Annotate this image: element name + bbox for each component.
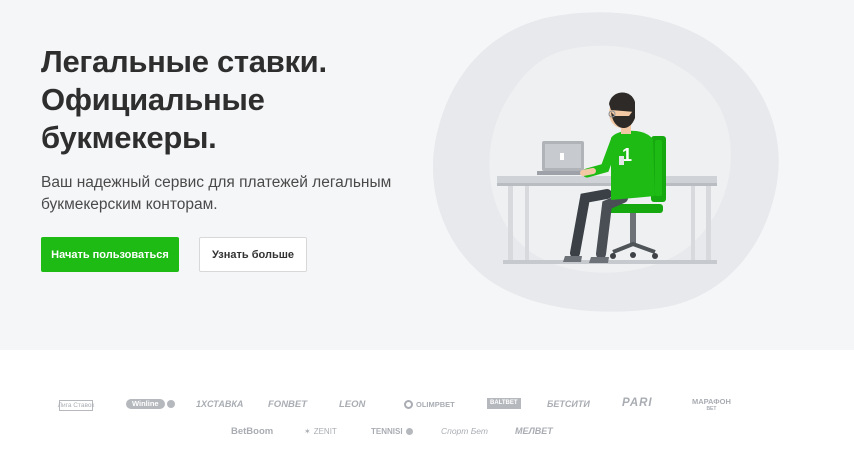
partner-logo-sportbet[interactable]: Спорт Бет (441, 424, 488, 438)
learn-more-button[interactable]: Узнать больше (199, 237, 307, 272)
partner-label: TENNISI (371, 426, 403, 436)
partner-logos: Лига Ставок Winline 1XСТАВКА FONBET LEON… (0, 350, 854, 452)
partner-label: PARI (622, 397, 653, 409)
tennisi-ball-icon (405, 427, 413, 435)
start-using-button[interactable]: Начать пользоваться (41, 237, 179, 272)
partner-logo-1xstavka[interactable]: 1XСТАВКА (196, 397, 243, 411)
partner-logo-marathon[interactable]: МАРАФОН BET (692, 396, 731, 414)
partner-label: LEON (339, 398, 366, 410)
partner-label: БЕТСИТИ (547, 399, 590, 409)
partner-logo-fonbet[interactable]: FONBET (268, 397, 307, 411)
partner-label: 1XСТАВКА (196, 399, 244, 409)
partner-logo-leon[interactable]: LEON (339, 397, 365, 411)
hero-title-line-2: Официальные (41, 82, 265, 117)
hero-title: Легальные ставки. Официальные букмекеры. (41, 43, 401, 157)
partner-logo-winline[interactable]: Winline (126, 397, 175, 411)
partner-sublabel: BET (706, 406, 717, 412)
partner-logo-olimpbet[interactable]: OLIMPBET (404, 397, 455, 411)
partner-logo-tennisi[interactable]: TENNISI (371, 424, 413, 438)
partner-label: МЕЛBET (515, 426, 553, 436)
hero-section: Легальные ставки. Официальные букмекеры.… (0, 0, 854, 350)
hero-illustration: 1 (432, 12, 779, 312)
partner-label: ZENIT (313, 426, 337, 436)
partner-logo-pari[interactable]: PARI (622, 396, 653, 410)
partner-logo-baltbet[interactable]: BALTBET (487, 398, 521, 409)
hero-subtitle: Ваш надежный сервис для платежей легальн… (41, 174, 392, 213)
partner-label: Winline (126, 399, 165, 409)
partner-label: Спорт Бет (441, 426, 488, 436)
partner-logo-zenit[interactable]: ✶ ZENIT (304, 424, 337, 438)
partner-logo-betcity[interactable]: БЕТСИТИ (547, 397, 590, 411)
partner-label: BetBoom (231, 425, 274, 437)
hero-title-line-1: Легальные ставки. (41, 44, 327, 79)
zenit-emblem-icon: ✶ (304, 426, 311, 436)
partner-label: OLIMPBET (416, 399, 455, 409)
partner-label: FONBET (268, 398, 308, 410)
winline-dot-icon (166, 400, 175, 408)
partner-label: BALTBET (490, 400, 518, 406)
partner-label: Лига Ставок (57, 402, 95, 409)
partner-logo-betboom[interactable]: BetBoom (231, 424, 273, 438)
partner-logo-melbet[interactable]: МЕЛBET (515, 424, 553, 438)
partner-logo-liga-stavok[interactable]: Лига Ставок (57, 400, 95, 411)
hero-title-line-3: букмекеры. (41, 120, 217, 155)
olimpbet-ring-icon (404, 399, 413, 409)
partner-label: МАРАФОН (692, 397, 731, 406)
